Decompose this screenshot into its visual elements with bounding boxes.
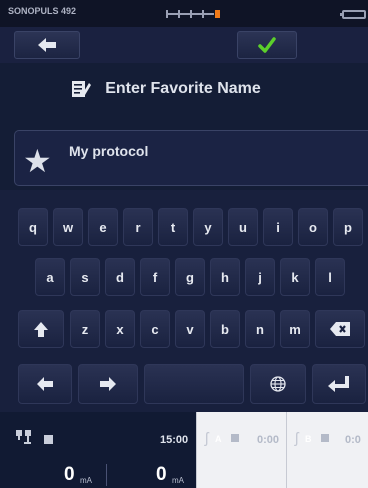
language-key[interactable] [250, 364, 306, 404]
backspace-key[interactable] [315, 310, 365, 348]
shift-icon [34, 321, 48, 337]
status-bar: SONOPULS 492 [0, 0, 368, 27]
key-l[interactable]: l [315, 258, 345, 296]
channel-status-indicator [44, 435, 53, 444]
backspace-icon [330, 322, 350, 336]
battery-icon [340, 10, 366, 19]
channel-b-indicator [321, 434, 329, 442]
key-n[interactable]: n [245, 310, 275, 348]
confirm-button[interactable] [237, 31, 297, 59]
key-j[interactable]: j [245, 258, 275, 296]
intensity-divider [106, 464, 107, 486]
channel-a-indicator [231, 434, 239, 442]
arrow-left-icon [37, 377, 53, 391]
cursor-left-key[interactable] [18, 364, 72, 404]
key-t[interactable]: t [158, 208, 188, 246]
key-w[interactable]: w [53, 208, 83, 246]
page-title: Enter Favorite Name [105, 80, 261, 97]
intensity-right-unit: mA [172, 476, 184, 485]
device-name: SONOPULS 492 [8, 6, 77, 16]
channel-icon [16, 430, 31, 444]
key-e[interactable]: e [88, 208, 118, 246]
arrow-right-icon [100, 377, 116, 391]
key-p[interactable]: p [333, 208, 363, 246]
back-arrow-icon [38, 38, 56, 52]
cursor-right-key[interactable] [78, 364, 138, 404]
key-r[interactable]: r [123, 208, 153, 246]
key-c[interactable]: c [140, 310, 170, 348]
treatment-timer: 15:00 [160, 434, 189, 446]
key-d[interactable]: d [105, 258, 135, 296]
intensity-left-unit: mA [80, 476, 92, 485]
key-o[interactable]: o [298, 208, 328, 246]
key-v[interactable]: v [175, 310, 205, 348]
key-z[interactable]: z [70, 310, 100, 348]
key-a[interactable]: a [35, 258, 65, 296]
key-y[interactable]: y [193, 208, 223, 246]
enter-icon [328, 376, 349, 392]
channel-a-panel[interactable]: ʃ A 0:00 [196, 412, 286, 488]
back-button[interactable] [14, 31, 80, 59]
key-f[interactable]: f [140, 258, 170, 296]
globe-icon [270, 376, 286, 392]
enter-key[interactable] [312, 364, 366, 404]
channel-b-label: B [305, 434, 312, 444]
therapy-status-panel: 15:00 0 mA 0 mA ʃ A 0:00 ʃ B 0:0 [0, 412, 368, 488]
star-icon: ★ [23, 143, 52, 179]
key-q[interactable]: q [18, 208, 48, 246]
key-m[interactable]: m [280, 310, 310, 348]
key-i[interactable]: i [263, 208, 293, 246]
space-key[interactable] [144, 364, 244, 404]
key-h[interactable]: h [210, 258, 240, 296]
electrode-icon: ʃ [205, 430, 209, 447]
favorite-name-value: My protocol [69, 143, 149, 159]
edit-note-icon [72, 81, 92, 97]
key-s[interactable]: s [70, 258, 100, 296]
intensity-right-value: 0 [156, 464, 167, 485]
electrode-icon: ʃ [295, 430, 299, 447]
key-k[interactable]: k [280, 258, 310, 296]
key-u[interactable]: u [228, 208, 258, 246]
checkmark-icon [258, 37, 276, 53]
channel-b-time: 0:0 [345, 434, 361, 446]
dialog-title-row: Enter Favorite Name [0, 63, 368, 115]
shift-key[interactable] [18, 310, 64, 348]
key-g[interactable]: g [175, 258, 205, 296]
key-x[interactable]: x [105, 310, 135, 348]
intensity-left-value: 0 [64, 464, 75, 485]
favorite-name-input[interactable]: ★ My protocol [14, 130, 368, 186]
toolbar [0, 27, 368, 63]
on-screen-keyboard: q w e r t y u i o p a s d f g h j k l z … [0, 190, 368, 412]
channel-b-panel[interactable]: ʃ B 0:0 [286, 412, 368, 488]
key-b[interactable]: b [210, 310, 240, 348]
channel-a-label: A [215, 434, 222, 444]
progress-stepper [166, 10, 220, 18]
channel-a-time: 0:00 [257, 434, 280, 446]
